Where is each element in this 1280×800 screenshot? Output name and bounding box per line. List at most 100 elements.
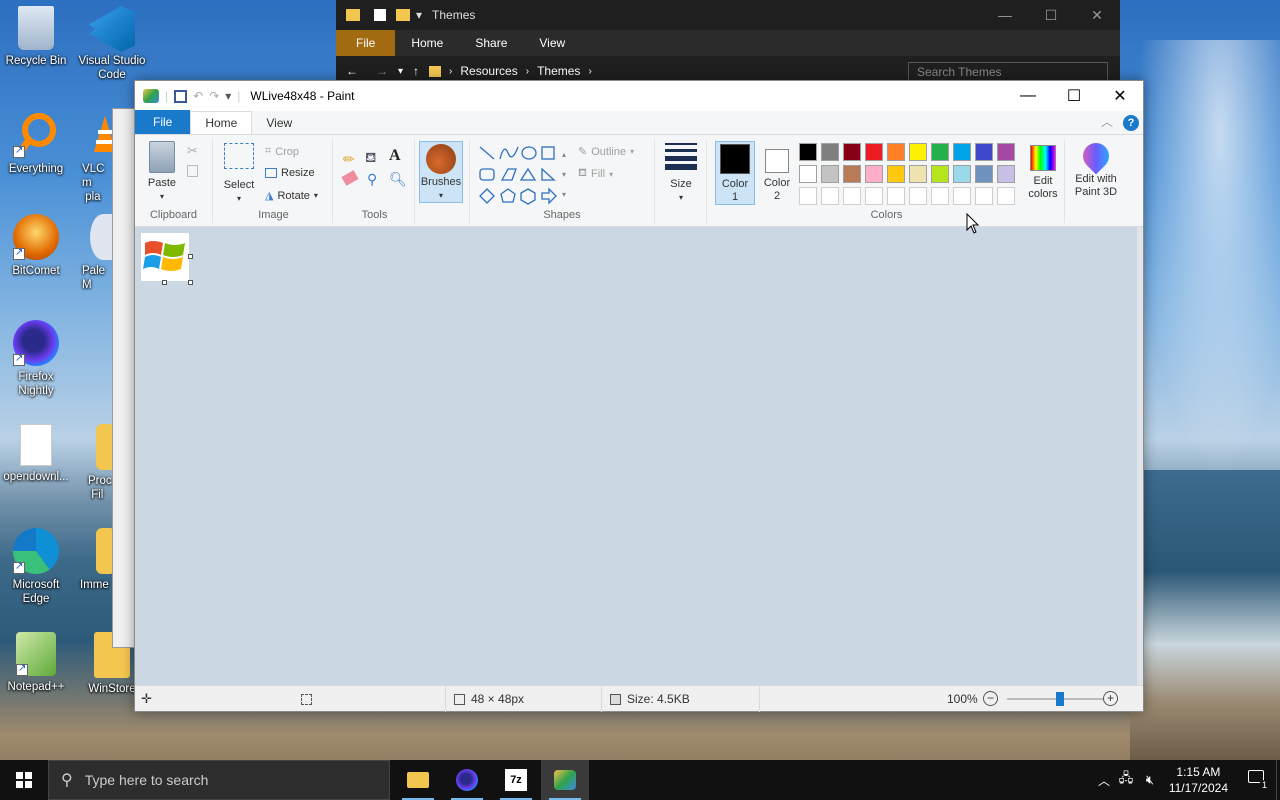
copy-icon[interactable] xyxy=(187,165,198,177)
desktop-icon-opendownload[interactable]: opendownl... xyxy=(0,424,78,484)
taskbar-paint[interactable] xyxy=(541,760,589,800)
palette-swatch[interactable] xyxy=(843,165,861,183)
palette-swatch[interactable] xyxy=(821,187,839,205)
palette-swatch[interactable] xyxy=(821,143,839,161)
zoom-slider-thumb[interactable] xyxy=(1055,692,1064,706)
palette-swatch[interactable] xyxy=(931,143,949,161)
color1-button[interactable]: Color 1 xyxy=(715,141,755,205)
palette-swatch[interactable] xyxy=(909,187,927,205)
resize-handle-bottom[interactable] xyxy=(162,280,167,285)
network-icon[interactable]: 🖧︎ xyxy=(1114,769,1138,791)
color2-button[interactable]: Color 2 xyxy=(759,141,795,205)
palette-swatch[interactable] xyxy=(865,187,883,205)
explorer-tab-home[interactable]: Home xyxy=(395,30,459,56)
desktop-icon-firefox-nightly[interactable]: FirefoxNightly xyxy=(0,320,78,398)
palette-swatch[interactable] xyxy=(975,187,993,205)
recent-dropdown-icon[interactable]: ▾ xyxy=(398,66,403,77)
explorer-tab-view[interactable]: View xyxy=(523,30,581,56)
maximize-icon[interactable]: ☐ xyxy=(1028,0,1074,30)
eraser-icon[interactable] xyxy=(341,170,359,186)
pencil-icon[interactable]: ✏ xyxy=(343,151,355,168)
text-tool-icon[interactable]: A xyxy=(389,147,401,165)
explorer-search-input[interactable]: Search Themes xyxy=(908,62,1108,82)
desktop-icon-everything[interactable]: Everything xyxy=(0,112,78,176)
help-icon[interactable]: ? xyxy=(1123,115,1139,131)
start-button[interactable] xyxy=(0,760,48,800)
zoom-out-button[interactable]: − xyxy=(983,691,998,706)
breadcrumb-themes[interactable]: Themes xyxy=(537,64,580,78)
vertical-scrollbar[interactable] xyxy=(1137,227,1143,687)
quick-access-dropdown-icon[interactable]: ▾ xyxy=(416,8,422,22)
palette-swatch[interactable] xyxy=(997,187,1015,205)
palette-swatch[interactable] xyxy=(953,165,971,183)
desktop-icon-recycle-bin[interactable]: Recycle Bin xyxy=(0,6,78,68)
outline-button[interactable]: ✎ Outline ▾ xyxy=(578,145,634,159)
notification-center-button[interactable]: 1 xyxy=(1248,770,1270,791)
palette-swatch[interactable] xyxy=(821,165,839,183)
palette-swatch[interactable] xyxy=(997,143,1015,161)
palette-swatch[interactable] xyxy=(799,143,817,161)
desktop-icon-microsoft-edge[interactable]: MicrosoftEdge xyxy=(0,528,78,606)
shapes-scroll-icon[interactable]: ▴ ▾ ▾ xyxy=(562,145,566,205)
close-icon[interactable]: ✕ xyxy=(1074,0,1120,30)
desktop-icon-vlc[interactable]: VLC m pla xyxy=(70,112,114,204)
palette-swatch[interactable] xyxy=(865,165,883,183)
desktop-icon-vscode[interactable]: Visual Studio Code xyxy=(70,6,154,82)
taskbar-file-explorer[interactable] xyxy=(394,760,442,800)
taskbar-firefox[interactable] xyxy=(443,760,491,800)
tab-file[interactable]: File xyxy=(135,110,191,134)
redo-icon[interactable]: ↷ xyxy=(209,89,219,103)
customize-quick-access-icon[interactable]: ▾ xyxy=(225,89,231,103)
palette-swatch[interactable] xyxy=(799,187,817,205)
chevron-up-icon[interactable]: ︿ xyxy=(1094,772,1114,789)
palette-swatch[interactable] xyxy=(887,143,905,161)
close-icon[interactable]: ✕ xyxy=(1097,81,1143,111)
palette-swatch[interactable] xyxy=(887,165,905,183)
cut-icon[interactable]: ✂ xyxy=(187,143,198,159)
zoom-slider[interactable] xyxy=(1007,692,1103,706)
rotate-button[interactable]: ◮ Rotate ▾ xyxy=(265,189,318,203)
canvas-workspace[interactable] xyxy=(135,227,1143,687)
palette-swatch[interactable] xyxy=(975,165,993,183)
canvas-image[interactable] xyxy=(141,233,189,281)
collapse-ribbon-icon[interactable]: ︿ xyxy=(1101,113,1113,130)
resize-handle-right[interactable] xyxy=(188,254,193,259)
resize-button[interactable]: Resize xyxy=(265,167,315,179)
palette-swatch[interactable] xyxy=(931,165,949,183)
edit-with-paint3d-button[interactable]: Edit with Paint 3D xyxy=(1069,137,1123,199)
edit-colors-button[interactable]: Edit colors xyxy=(1023,141,1063,201)
tab-home[interactable]: Home xyxy=(190,111,253,134)
palette-swatch[interactable] xyxy=(953,187,971,205)
palette-swatch[interactable] xyxy=(909,143,927,161)
crop-button[interactable]: ⌗ Crop xyxy=(265,145,299,158)
desktop-icon-immersive[interactable]: Imme xyxy=(70,528,114,592)
brushes-button[interactable]: Brushes ▾ xyxy=(419,141,463,203)
taskbar-7zip[interactable]: 7z xyxy=(492,760,540,800)
palette-swatch[interactable] xyxy=(909,165,927,183)
breadcrumb-resources[interactable]: Resources xyxy=(460,64,517,78)
palette-swatch[interactable] xyxy=(799,165,817,183)
volume-muted-icon[interactable]: 🔇︎ xyxy=(1138,772,1162,788)
minimize-icon[interactable]: — xyxy=(1005,81,1051,111)
undo-icon[interactable]: ↶ xyxy=(193,89,203,103)
palette-swatch[interactable] xyxy=(843,143,861,161)
save-icon[interactable] xyxy=(174,89,188,103)
select-button[interactable]: Select ▾ xyxy=(219,143,259,205)
palette-swatch[interactable] xyxy=(975,143,993,161)
back-arrow-icon[interactable]: ← xyxy=(346,64,358,78)
size-button[interactable]: Size ▾ xyxy=(663,143,699,204)
palette-swatch[interactable] xyxy=(865,143,883,161)
desktop-icon-process-files[interactable]: Proc Fil xyxy=(70,424,114,502)
palette-swatch[interactable] xyxy=(931,187,949,205)
show-desktop-button[interactable] xyxy=(1276,760,1280,800)
tab-view[interactable]: View xyxy=(252,112,306,134)
palette-swatch[interactable] xyxy=(997,165,1015,183)
up-arrow-icon[interactable]: ↑ xyxy=(413,64,419,78)
paste-button[interactable]: Paste ▾ xyxy=(143,141,181,203)
desktop-icon-notepadpp[interactable]: Notepad++ xyxy=(0,632,78,694)
magnifier-icon[interactable]: 🔍︎ xyxy=(389,171,407,188)
zoom-in-button[interactable]: + xyxy=(1103,691,1118,706)
taskbar-search-input[interactable]: ⚲ Type here to search xyxy=(48,760,390,800)
resize-handle-corner[interactable] xyxy=(188,280,193,285)
palette-swatch[interactable] xyxy=(953,143,971,161)
